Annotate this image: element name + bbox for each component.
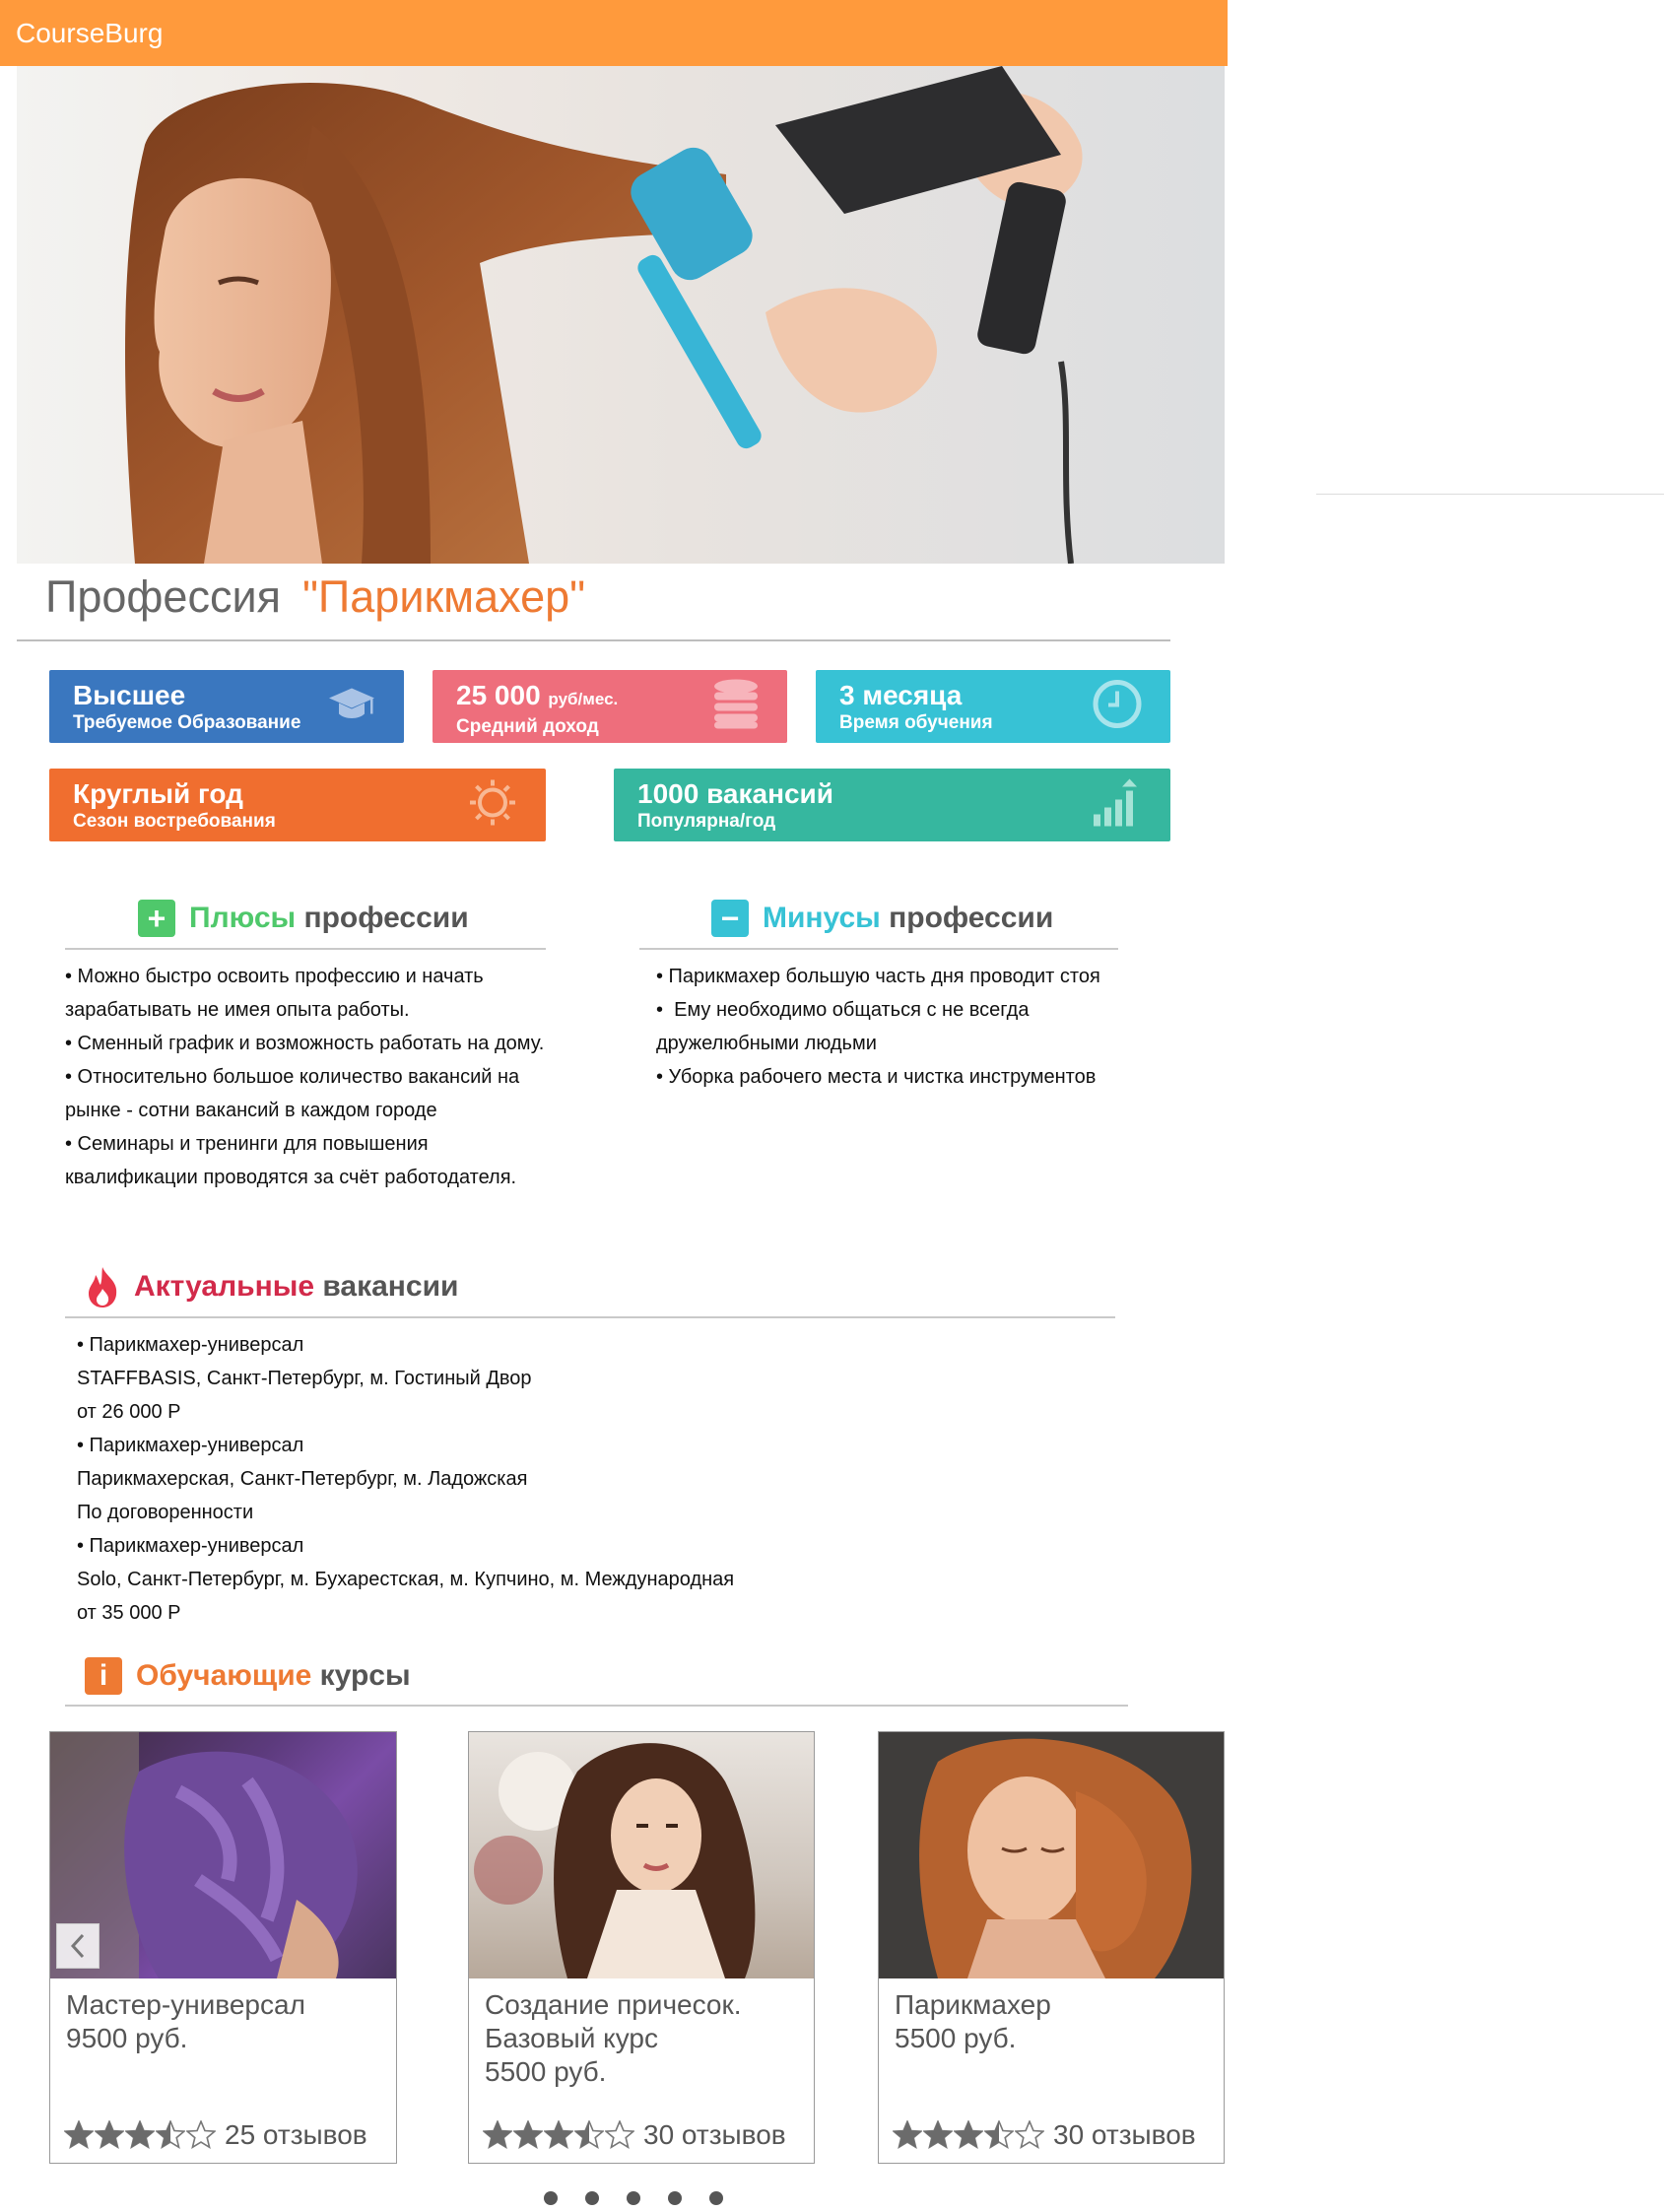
- stat-season-label: Сезон востребования: [73, 811, 276, 832]
- list-item: • Ему необходимо общаться с не всегда др…: [656, 999, 1035, 1054]
- vacancy-salary: от 35 000 Р: [77, 1602, 181, 1624]
- graduation-cap-icon: [327, 685, 376, 729]
- pros-list: • Можно быстро освоить профессию и начат…: [65, 960, 558, 1194]
- stat-income-unit: руб/мес.: [548, 690, 619, 708]
- minus-icon: −: [711, 900, 749, 937]
- vacancy-salary: от 26 000 Р: [77, 1401, 181, 1423]
- vacancy-place: Solo, Санкт-Петербург, м. Бухарестская, …: [77, 1569, 735, 1590]
- course-name: Мастер-универсал: [66, 1989, 305, 2020]
- carousel-dots: [544, 2191, 723, 2205]
- clock-icon: [1092, 679, 1143, 735]
- course-card[interactable]: Создание причесок. Базовый курс 5500 руб…: [468, 1731, 815, 2164]
- carousel-dot[interactable]: [627, 2191, 640, 2205]
- stat-vacancies: 1000 вакансий Популярна/год: [614, 769, 1170, 841]
- top-bar: CourseBurg: [0, 0, 1228, 66]
- flame-icon: [85, 1265, 120, 1308]
- carousel-dot[interactable]: [668, 2191, 682, 2205]
- stat-season-value: Круглый год: [73, 778, 243, 809]
- pros-heading-accent: Плюсы: [189, 902, 297, 934]
- course-reviews[interactable]: 30 отзывов: [643, 2119, 786, 2151]
- coins-stack-icon: [712, 679, 760, 735]
- brand-logo[interactable]: CourseBurg: [16, 18, 163, 48]
- vacancy-title: • Парикмахер-универсал: [77, 1334, 304, 1356]
- vacancy-place: STAFFBASIS, Санкт-Петербург, м. Гостиный…: [77, 1368, 532, 1389]
- star-rating-icon: [64, 2120, 217, 2150]
- vacancies-heading: Актуальные вакансии: [85, 1265, 459, 1308]
- vacancy-title: • Парикмахер-универсал: [77, 1435, 304, 1456]
- list-item: • Относительно большое количество ваканс…: [65, 1066, 525, 1121]
- star-rating-icon: [483, 2120, 635, 2150]
- vacancies-heading-rest: вакансии: [314, 1270, 459, 1303]
- vacancy-item[interactable]: • Парикмахер-универсал Парикмахерская, С…: [77, 1429, 964, 1529]
- course-image: [469, 1732, 814, 1978]
- cons-heading-accent: Минусы: [763, 902, 881, 934]
- plus-icon: +: [138, 900, 175, 937]
- chevron-left-icon: [70, 1933, 85, 1959]
- stat-duration: 3 месяца Время обучения: [816, 670, 1170, 743]
- course-name: Парикмахер: [895, 1989, 1051, 2020]
- carousel-dot[interactable]: [709, 2191, 723, 2205]
- list-item: • Семинары и тренинги для повышения квал…: [65, 1133, 517, 1188]
- courses-heading: i Обучающие курсы: [85, 1657, 411, 1695]
- vacancies-divider: [65, 1316, 1115, 1318]
- list-item: • Сменный график и возможность работать …: [65, 1033, 545, 1054]
- sun-icon: [467, 777, 518, 834]
- course-price: 9500 руб.: [66, 2023, 188, 2053]
- list-item: • Уборка рабочего места и чистка инструм…: [656, 1066, 1097, 1088]
- carousel-dot[interactable]: [585, 2191, 599, 2205]
- course-reviews[interactable]: 25 отзывов: [225, 2119, 367, 2151]
- course-rating: 25 отзывов: [64, 2119, 367, 2151]
- stat-education: Высшее Требуемое Образование: [49, 670, 404, 743]
- hero-image: [17, 66, 1225, 564]
- pros-divider: [65, 948, 546, 950]
- courses-heading-accent: Обучающие: [136, 1659, 312, 1692]
- vacancies-heading-accent: Актуальные: [134, 1270, 315, 1303]
- vacancy-salary: По договоренности: [77, 1502, 254, 1523]
- pros-heading-rest: профессии: [296, 902, 469, 934]
- stat-vacancies-label: Популярна/год: [637, 811, 776, 832]
- cons-heading: − Минусы профессии: [711, 900, 1053, 937]
- course-price: 5500 руб.: [895, 2023, 1017, 2053]
- course-image: [879, 1732, 1224, 1978]
- stat-income: 25 000 руб/мес. Средний доход: [433, 670, 787, 743]
- course-image: [50, 1732, 396, 1978]
- course-name: Создание причесок. Базовый курс: [485, 1989, 742, 2053]
- carousel-prev-button[interactable]: [56, 1923, 100, 1969]
- course-reviews[interactable]: 30 отзывов: [1053, 2119, 1196, 2151]
- course-price: 5500 руб.: [485, 2056, 607, 2087]
- vacancy-item[interactable]: • Парикмахер-универсал STAFFBASIS, Санкт…: [77, 1328, 964, 1429]
- stat-season: Круглый год Сезон востребования: [49, 769, 546, 841]
- courses-divider: [65, 1705, 1128, 1707]
- page-title-profession: "Парикмахер": [301, 571, 586, 622]
- vacancy-place: Парикмахерская, Санкт-Петербург, м. Ладо…: [77, 1468, 528, 1490]
- bar-growth-icon: [1092, 777, 1143, 834]
- carousel-dot[interactable]: [544, 2191, 558, 2205]
- info-icon: i: [85, 1657, 122, 1695]
- cons-divider: [639, 948, 1118, 950]
- pros-heading: + Плюсы профессии: [138, 900, 469, 937]
- page-title-prefix: Профессия: [45, 571, 281, 622]
- vacancies-list: • Парикмахер-универсал STAFFBASIS, Санкт…: [77, 1328, 964, 1630]
- title-divider: [17, 639, 1170, 641]
- cons-heading-rest: профессии: [880, 902, 1054, 934]
- sidebar-divider: [1316, 494, 1664, 495]
- courses-heading-rest: курсы: [311, 1659, 411, 1692]
- stat-vacancies-value: 1000 вакансий: [637, 778, 833, 809]
- star-rating-icon: [893, 2120, 1045, 2150]
- course-rating: 30 отзывов: [893, 2119, 1196, 2151]
- stat-income-value: 25 000: [456, 680, 541, 710]
- list-item: • Парикмахер большую часть дня проводит …: [656, 966, 1100, 987]
- course-rating: 30 отзывов: [483, 2119, 786, 2151]
- vacancy-item[interactable]: • Парикмахер-универсал Solo, Санкт-Петер…: [77, 1529, 964, 1630]
- course-card[interactable]: Мастер-универсал 9500 руб. 25 отзывов: [49, 1731, 397, 2164]
- cons-list: • Парикмахер большую часть дня проводит …: [656, 960, 1129, 1094]
- hero-illustration: [125, 66, 1083, 564]
- course-card[interactable]: Парикмахер 5500 руб. 30 отзывов: [878, 1731, 1225, 2164]
- list-item: • Можно быстро освоить профессию и начат…: [65, 966, 490, 1021]
- page-title: Профессия "Парикмахер": [45, 571, 585, 623]
- vacancy-title: • Парикмахер-универсал: [77, 1535, 304, 1557]
